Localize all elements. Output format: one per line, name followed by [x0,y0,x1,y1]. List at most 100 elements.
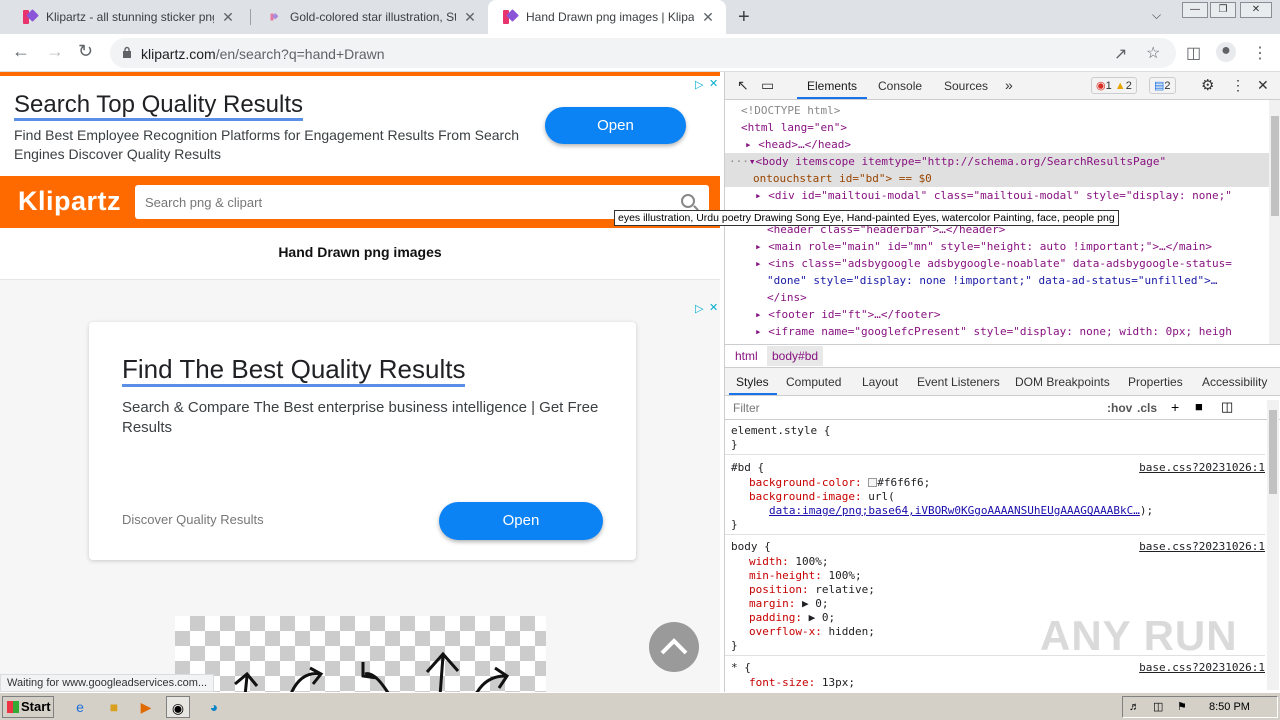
dom-line[interactable]: <!DOCTYPE html> [741,104,840,117]
rule-source-link[interactable]: base.css?20231026:1 [1139,661,1265,674]
volume-icon[interactable]: ♬ [1129,697,1140,717]
issues-badge[interactable]: ◉1 ▲2 [1091,77,1137,94]
dom-line[interactable]: ▸ <head>…</head> [745,138,851,151]
breadcrumb-html[interactable]: html [735,349,758,363]
settings-gear-icon[interactable]: ⚙ [1201,76,1214,94]
expand-triangle-icon[interactable]: ▸ [755,189,762,202]
network-icon[interactable]: ◫ [1153,697,1163,717]
dom-line-selected[interactable]: ···▾<body itemscope itemtype="http://sch… [729,155,1166,168]
new-tab-button[interactable]: + [738,6,750,29]
ad-open-button[interactable]: Open [439,502,603,540]
adchoices-icon[interactable]: ▷ [695,78,703,91]
tab-search-chevron-icon[interactable]: ⌵ [1152,8,1161,23]
expand-triangle-icon[interactable]: ▸ [745,138,752,151]
style-declaration[interactable]: overflow-x: hidden; [749,625,875,638]
style-declaration[interactable]: background-color: #f6f6f6; [749,476,930,489]
style-declaration[interactable]: padding: ▶ 0; [749,611,835,624]
collapse-triangle-icon[interactable]: ▾ [749,155,756,168]
dom-line[interactable]: <html lang="en"> [741,121,847,134]
filter-input[interactable]: Filter [733,401,1097,415]
device-toolbar-icon[interactable]: ▭ [761,77,774,94]
dom-line[interactable]: ▸ <main role="main" id="mn" style="heigh… [755,240,1212,253]
style-declaration[interactable]: position: relative; [749,583,875,596]
add-rule-icon[interactable]: + [1171,399,1179,415]
tab-dom-breakpoints[interactable]: DOM Breakpoints [1015,375,1110,389]
tab-computed[interactable]: Computed [786,375,841,389]
share-icon[interactable]: ↗ [1114,44,1127,64]
restore-button[interactable]: ❐ [1210,2,1236,18]
expand-triangle-icon[interactable]: ▸ [755,325,762,338]
paint-icon[interactable]: ■ [1195,399,1203,414]
sidebar-icon[interactable]: ◫ [1186,43,1201,63]
more-tabs-icon[interactable]: » [1005,77,1013,93]
chrome-icon[interactable]: ◉ [166,696,190,718]
mid-ad-card[interactable]: Find The Best Quality Results Search & C… [89,322,636,560]
dom-line[interactable]: ▸ <ins class="adsbygoogle adsbygoogle-no… [755,257,1232,270]
dom-line[interactable]: ▸ <div id="mailtoui-modal" class="mailto… [755,189,1232,202]
scroll-to-top-button[interactable] [649,622,699,672]
address-bar[interactable]: klipartz.com/en/search?q=hand+Drawn ↗ ☆ [110,38,1176,68]
messages-badge[interactable]: ▤2 [1149,77,1176,94]
dom-line[interactable]: "done" style="display: none !important;"… [767,274,1217,287]
forward-arrow-icon[interactable]: → [46,41,64,62]
start-button[interactable]: Start [2,696,54,718]
adchoices-icon[interactable]: ▷ [695,302,703,315]
dom-scrollbar[interactable] [1269,100,1280,344]
tab-gold-star[interactable]: Gold-colored star illustration, Star De … [252,0,488,34]
expand-triangle-icon[interactable]: ▸ [755,257,762,270]
close-tab-icon[interactable]: ✕ [220,9,236,26]
ad-close-icon[interactable]: ✕ [709,301,718,314]
ie-icon[interactable]: e [68,696,92,718]
expand-triangle-icon[interactable]: ▸ [755,240,762,253]
ad-headline[interactable]: Search Top Quality Results [14,92,304,121]
breadcrumb-body[interactable]: body#bd [767,346,824,366]
tab-accessibility[interactable]: Accessibility [1202,375,1267,389]
tab-elements[interactable]: Elements [807,79,857,93]
style-declaration[interactable]: font-size: 13px; [749,676,855,689]
bookmark-star-icon[interactable]: ☆ [1146,43,1160,63]
style-declaration[interactable]: margin: ▶ 0; [749,597,828,610]
rule-source-link[interactable]: base.css?20231026:1 [1139,461,1265,474]
toggle-sidebar-icon[interactable]: ◫ [1221,399,1233,415]
media-player-icon[interactable]: ▶ [134,696,158,718]
back-arrow-icon[interactable]: ← [12,41,30,62]
minimize-button[interactable]: — [1182,2,1208,18]
dom-line[interactable]: ▸ <footer id="ft">…</footer> [755,308,940,321]
ad-open-button[interactable]: Open [545,107,686,144]
tab-hand-drawn[interactable]: Hand Drawn png images | Klipartz ✕ [488,0,726,34]
close-tab-icon[interactable]: ✕ [700,9,716,26]
dom-scrollbar-thumb[interactable] [1271,116,1279,216]
top-ad-banner[interactable]: Search Top Quality Results Find Best Emp… [0,72,720,176]
close-window-button[interactable]: ✕ [1240,2,1272,18]
menu-kebab-icon[interactable]: ⋮ [1252,43,1268,63]
edge-icon[interactable]: ◕ [202,696,226,718]
tab-console[interactable]: Console [878,79,922,93]
devtools-menu-icon[interactable]: ⋮ [1231,77,1245,94]
data-uri-link[interactable]: data:image/png;base64,iVBORw0KGgoAAAANSU… [769,504,1140,517]
hov-button[interactable]: :hov [1107,401,1132,415]
color-swatch[interactable] [868,478,878,487]
tab-properties[interactable]: Properties [1128,375,1183,389]
ad-headline[interactable]: Find The Best Quality Results [122,354,466,387]
tab-styles[interactable]: Styles [736,375,769,389]
ad-close-icon[interactable]: ✕ [709,77,718,90]
lock-icon[interactable] [122,46,132,58]
close-tab-icon[interactable]: ✕ [462,9,478,26]
klipartz-logo[interactable]: Klipartz [18,186,121,217]
tab-sources[interactable]: Sources [944,79,988,93]
folder-icon[interactable]: ■ [102,696,126,718]
result-image-thumbnail[interactable] [175,616,546,692]
inspect-element-icon[interactable]: ↖ [737,77,749,94]
style-declaration[interactable]: width: 100%; [749,555,829,568]
flag-icon[interactable]: ⚑ [1177,697,1187,717]
dom-line[interactable]: ontouchstart id="bd"> == $0 [753,172,932,185]
tab-layout[interactable]: Layout [862,375,898,389]
style-declaration[interactable]: background-image: url( [749,490,895,503]
close-devtools-icon[interactable]: ✕ [1257,77,1269,94]
dom-line[interactable]: ▸ <iframe name="googlefcPresent" style="… [755,325,1232,338]
styles-scrollbar-thumb[interactable] [1269,410,1277,494]
expand-triangle-icon[interactable]: ▸ [755,308,762,321]
rule-source-link[interactable]: base.css?20231026:1 [1139,540,1265,553]
reload-icon[interactable]: ↻ [78,41,93,62]
style-declaration[interactable]: data:image/png;base64,iVBORw0KGgoAAAANSU… [769,504,1153,517]
